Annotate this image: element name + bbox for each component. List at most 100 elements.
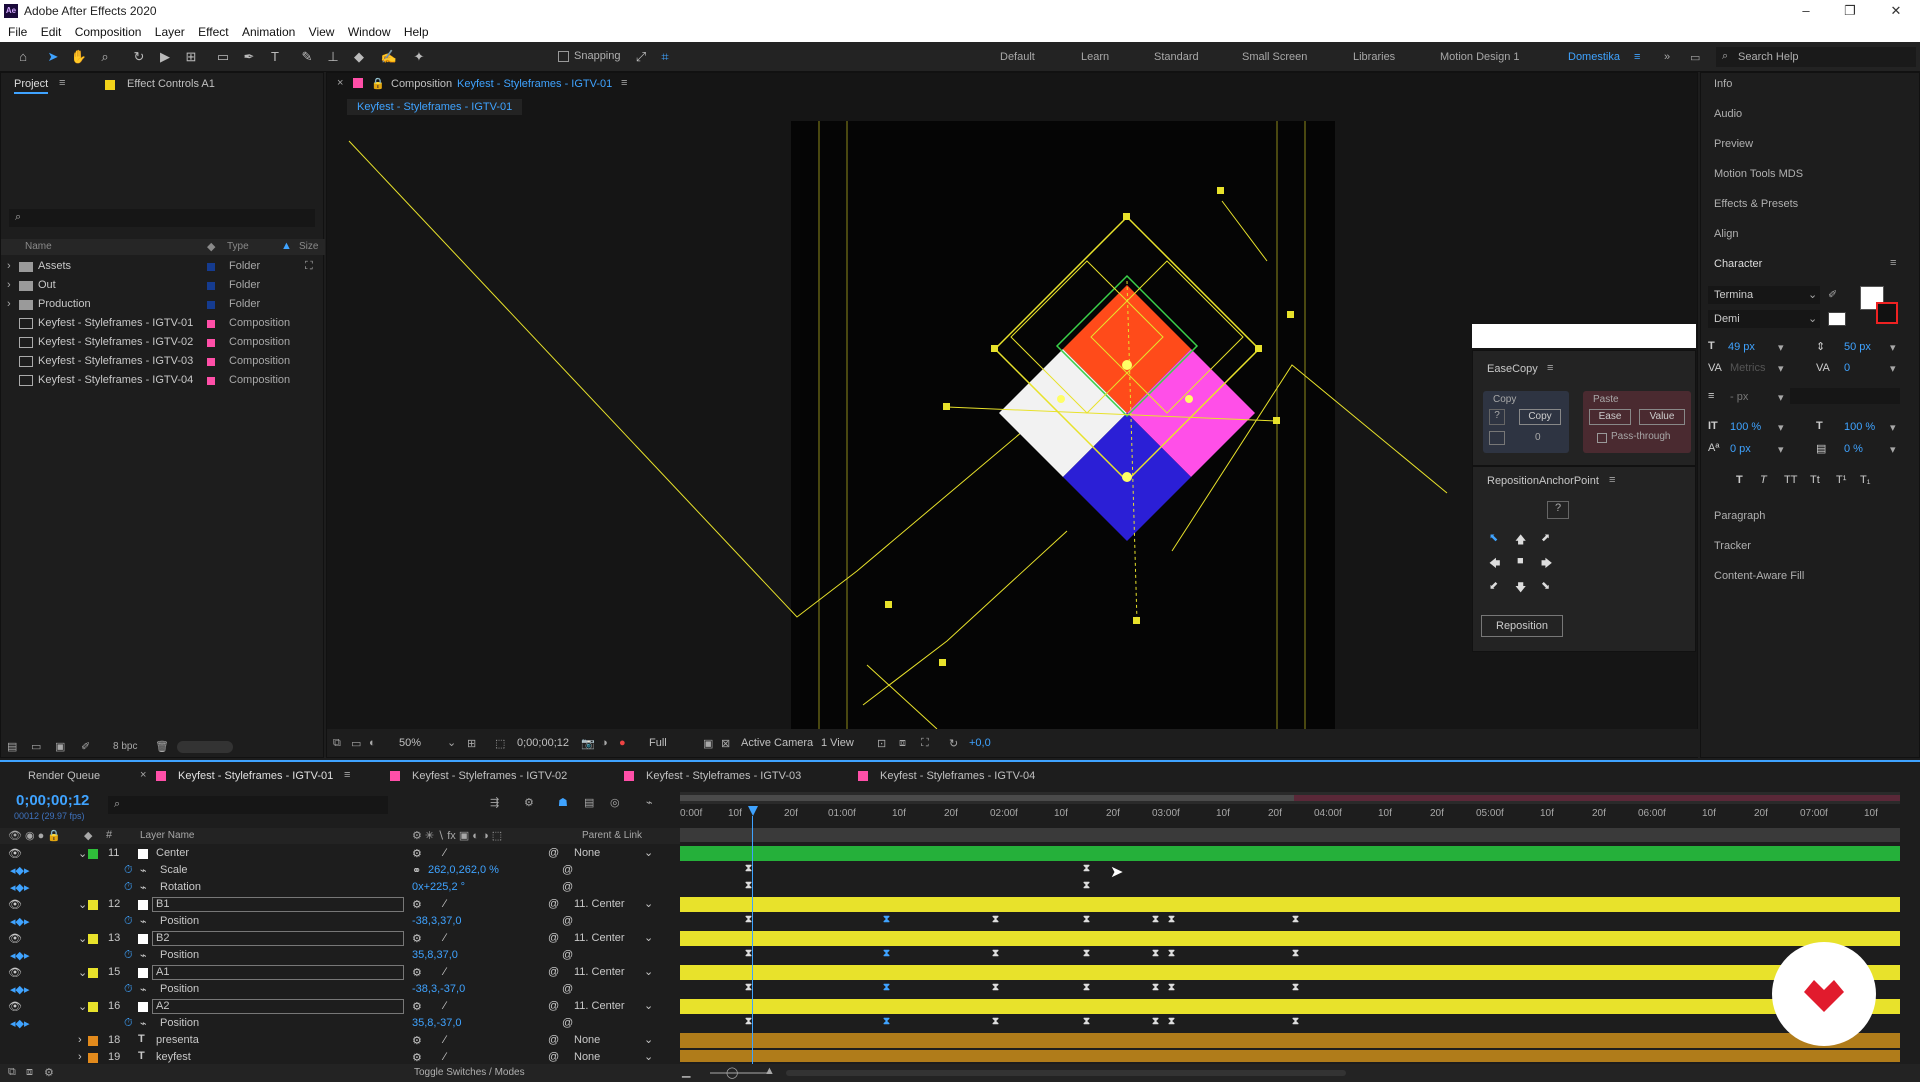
quality-switch-icon[interactable]: ∕: [444, 847, 446, 859]
property-row[interactable]: ◂◆▸ ⏱ ⌁ Position 35,8,-37,0 @: [0, 1016, 680, 1033]
anchor-center-icon[interactable]: ■: [1517, 555, 1524, 567]
layer-row[interactable]: 👁 ⌄ 11 Center ⚙ ∕ @ None ⌄: [0, 846, 680, 863]
menu-effect[interactable]: Effect: [198, 22, 228, 42]
eye-icon[interactable]: 👁: [8, 898, 22, 911]
quality-switch-icon[interactable]: ∕: [444, 898, 446, 910]
timeline-scrollbar[interactable]: [786, 1070, 1346, 1076]
chevron-down-icon[interactable]: ⌄: [78, 847, 87, 860]
vertical-scale-value[interactable]: 100 %: [1730, 421, 1761, 433]
panel-effects-presets[interactable]: Effects & Presets: [1714, 198, 1798, 210]
property-row[interactable]: ◂◆▸ ⏱ ⌁ Position -38,3,37,0 @: [0, 914, 680, 931]
anchor-left-icon[interactable]: 🡄: [1489, 555, 1500, 574]
quality-switch-icon[interactable]: ∕: [444, 1000, 446, 1012]
stopwatch-icon[interactable]: ⏱: [124, 915, 133, 928]
collapse-switch-icon[interactable]: ⚙: [412, 1000, 422, 1013]
workspace-standard[interactable]: Standard: [1154, 51, 1199, 63]
project-item-composition[interactable]: Keyfest - Styleframes - IGTV-01 Composit…: [1, 314, 325, 333]
eyedropper-icon[interactable]: ✐: [1828, 288, 1837, 301]
tab-project[interactable]: Project: [14, 78, 49, 94]
graph-icon[interactable]: ⌁: [140, 881, 147, 894]
subscript-button[interactable]: T₁: [1860, 474, 1870, 486]
pickwhip-icon[interactable]: @: [562, 949, 573, 961]
eye-icon[interactable]: 👁: [8, 1000, 22, 1013]
chevron-down-icon[interactable]: ▾: [1890, 341, 1896, 354]
menu-file[interactable]: File: [8, 22, 27, 42]
horizontal-scale-value[interactable]: 100 %: [1844, 421, 1875, 433]
eye-icon[interactable]: 👁: [8, 932, 22, 945]
layer-row[interactable]: 👁 ⌄ 15 A1 ⚙ ∕ @ 11. Center ⌄: [0, 965, 680, 982]
character-menu-icon[interactable]: ≡: [1890, 257, 1896, 269]
anchor-top-icon[interactable]: 🡅: [1515, 531, 1526, 550]
timing-icon[interactable]: ⚙: [44, 1066, 54, 1079]
collapse-switch-icon[interactable]: ⚙: [412, 1034, 422, 1047]
resolution-select[interactable]: Full: [649, 737, 667, 749]
keyframe[interactable]: ⧗: [1083, 948, 1090, 959]
chevron-down-icon[interactable]: ⌄: [644, 1033, 653, 1046]
property-value[interactable]: -38,3,-37,0: [412, 983, 465, 995]
superscript-button[interactable]: T¹: [1836, 474, 1846, 486]
property-value[interactable]: 35,8,37,0: [412, 949, 458, 961]
layer-row[interactable]: 👁 ⌄ 16 A2 ⚙ ∕ @ 11. Center ⌄: [0, 999, 680, 1016]
keyframe-nav-icon[interactable]: ◂◆▸: [10, 881, 30, 894]
zoom-in-icon[interactable]: ▲: [764, 1065, 775, 1077]
shy-layers-icon[interactable]: ☗: [558, 796, 568, 809]
keyframe-nav-icon[interactable]: ◂◆▸: [10, 915, 30, 928]
comp-flowchart-icon[interactable]: ⇶: [490, 796, 499, 809]
reposition-menu-icon[interactable]: ≡: [1609, 474, 1615, 486]
motion-blur-icon[interactable]: ◎: [610, 796, 620, 809]
work-area-range[interactable]: [680, 795, 1294, 801]
layer-bar-keyfest[interactable]: [680, 1050, 1900, 1062]
graph-icon[interactable]: ⌁: [140, 864, 147, 877]
col-layer-name[interactable]: Layer Name: [140, 830, 194, 841]
eye-icon[interactable]: 👁: [8, 966, 22, 979]
new-composition-icon[interactable]: ▣: [55, 740, 65, 753]
keyframe[interactable]: ⧗: [1292, 1016, 1299, 1027]
layer-name-field[interactable]: B1: [152, 897, 404, 912]
3d-renderer-icon[interactable]: ⧈: [899, 737, 906, 750]
keyframe[interactable]: ⧗: [745, 880, 752, 891]
collapse-switch-icon[interactable]: ⚙: [412, 966, 422, 979]
project-item-composition[interactable]: Keyfest - Styleframes - IGTV-02 Composit…: [1, 333, 325, 352]
layer-name-field[interactable]: B2: [152, 931, 404, 946]
mask-visibility-icon[interactable]: ◐: [369, 737, 376, 749]
keyframe[interactable]: ⧗: [992, 1016, 999, 1027]
pickwhip-icon[interactable]: @: [548, 1000, 559, 1012]
col-name[interactable]: Name: [25, 241, 52, 252]
layer-switches-icon[interactable]: ⧉: [8, 1066, 16, 1079]
anchor-right-icon[interactable]: 🡆: [1541, 555, 1552, 574]
comp-subtab[interactable]: Keyfest - Styleframes - IGTV-01: [347, 99, 523, 115]
pickwhip-icon[interactable]: @: [562, 983, 573, 995]
layer-bar-a1[interactable]: [680, 965, 1900, 980]
layer-name-field[interactable]: A2: [152, 999, 404, 1014]
comp-tab-name[interactable]: Keyfest - Styleframes - IGTV-01: [457, 78, 612, 90]
timeline-menu-icon[interactable]: ≡: [344, 769, 350, 781]
reposition-help-button[interactable]: ?: [1547, 501, 1569, 519]
camera-select[interactable]: Active Camera: [741, 737, 813, 749]
timeline-tracks-area[interactable]: 0:00f 10f 20f 01:00f 10f 20f 02:00f 10f …: [680, 792, 1912, 1066]
property-row[interactable]: ◂◆▸ ⏱ ⌁ Scale ⚭ 262,0,262,0 % @: [0, 863, 680, 880]
menu-view[interactable]: View: [309, 22, 335, 42]
pickwhip-icon[interactable]: @: [548, 898, 559, 910]
chevron-down-icon[interactable]: ⌄: [78, 1000, 87, 1013]
keyframe[interactable]: ⧗: [745, 863, 752, 874]
workspace-motion-design[interactable]: Motion Design 1: [1440, 51, 1520, 63]
project-item-folder[interactable]: › Production Folder: [1, 295, 325, 314]
passthrough-checkbox[interactable]: [1597, 433, 1607, 443]
panel-preview[interactable]: Preview: [1714, 138, 1753, 150]
layer-bar-a2[interactable]: [680, 999, 1900, 1014]
menu-layer[interactable]: Layer: [155, 22, 185, 42]
search-help-field[interactable]: ⌕ Search Help: [1716, 47, 1916, 67]
pickwhip-icon[interactable]: @: [548, 847, 559, 859]
pickwhip-icon[interactable]: @: [548, 932, 559, 944]
roto-brush-tool-icon[interactable]: ✍: [380, 48, 398, 66]
pickwhip-icon[interactable]: @: [562, 881, 573, 893]
font-family-select[interactable]: Termina ⌄: [1708, 286, 1820, 304]
keyframe[interactable]: ⧗: [1083, 982, 1090, 993]
faux-italic-button[interactable]: T: [1760, 474, 1767, 486]
grid-icon[interactable]: ⊞: [467, 737, 476, 750]
graph-icon[interactable]: ⌁: [140, 1017, 147, 1030]
keyframe-nav-icon[interactable]: ◂◆▸: [10, 864, 30, 877]
region-icon[interactable]: ⬚: [495, 737, 505, 750]
modes-icon[interactable]: ⧈: [26, 1066, 33, 1079]
stopwatch-icon[interactable]: ⏱: [124, 983, 133, 996]
